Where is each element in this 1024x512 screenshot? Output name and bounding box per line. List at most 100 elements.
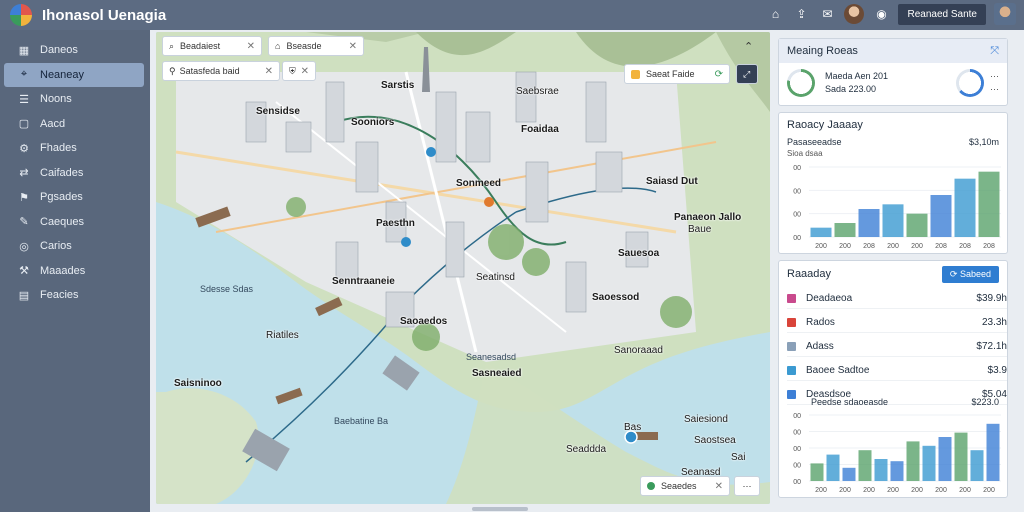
map-label: Paesthn — [376, 218, 415, 229]
x-tick-label: 200 — [839, 243, 851, 250]
x-tick-label: 208 — [983, 243, 995, 250]
sidebar-item-2[interactable]: ☰ Noons — [4, 87, 144, 112]
sidebar-item-3[interactable]: ▢ Aacd — [4, 112, 144, 137]
account-icon[interactable]: ◉ — [872, 5, 890, 23]
x-tick-label: 208 — [935, 243, 947, 250]
user-menu-button[interactable]: Reanaed Sante — [898, 3, 986, 25]
map-canvas[interactable] — [156, 32, 770, 504]
home-icon[interactable]: ⌂ — [766, 5, 784, 23]
close-icon[interactable]: ✕ — [247, 41, 255, 52]
notification-icon[interactable]: ✉ — [818, 5, 836, 23]
list-item[interactable]: Deadaeoa $39.9h — [787, 289, 1007, 309]
pin-icon: ⚑ — [19, 191, 29, 204]
metrics-row: Maeda Aen 201 Sada 223.00 ⋯ ⋯ — [779, 63, 1007, 103]
x-tick-label: 200 — [887, 487, 899, 494]
map-expand-button[interactable]: ⤢ — [736, 64, 758, 84]
chart-panel: Raoacy Jaaaay Pasaseeadse $3,10m Sioa ds… — [778, 112, 1008, 254]
status-square-icon — [787, 390, 796, 399]
metrics-text: Maeda Aen 201 Sada 223.00 — [825, 70, 888, 96]
layers-icon: ☰ — [19, 93, 29, 106]
map-layer-chip[interactable]: ⛨ ✕ — [282, 61, 316, 81]
chart-note: Sioa dsaa — [787, 149, 823, 158]
list-item-value: $39.9h — [976, 293, 1007, 304]
map-search-chip[interactable]: ⌕ Beadaiest ✕ — [162, 36, 262, 56]
app-logo — [10, 4, 32, 26]
close-icon[interactable]: ✕ — [265, 66, 273, 77]
sidebar-item-8[interactable]: ◎ Carios — [4, 234, 144, 259]
y-tick-label: 00 — [793, 479, 801, 486]
bar-chart-2: 00 00 00 00 00 200 200 200 200 200 200 200 200 — [793, 413, 1001, 494]
collapse-icon[interactable]: ⌃ — [744, 40, 753, 53]
close-icon[interactable]: ✕ — [715, 481, 723, 492]
close-icon[interactable]: ✕ — [301, 66, 309, 77]
water-label: Baebatine Ba — [334, 416, 389, 426]
map-label: Panaeon Jallo — [674, 212, 742, 223]
list-item[interactable]: Baoee Sadtoe $3.9 — [787, 361, 1007, 381]
map-search-chip-2[interactable]: ⌂ Bseasde ✕ — [268, 36, 364, 56]
sidebar-item-label: Pgsades — [40, 191, 83, 204]
sidebar-item-4[interactable]: ⚙ Fhades — [4, 136, 144, 161]
chart-bar — [858, 209, 880, 237]
x-tick-label: 200 — [935, 487, 947, 494]
chart-bar — [874, 459, 888, 481]
map-search-label: Beadaiest — [180, 41, 221, 51]
sidebar-item-10[interactable]: ▤ Feacies — [4, 283, 144, 308]
map-pin-icon: ⌖ — [20, 68, 28, 81]
map-label: Saoessod — [592, 292, 640, 303]
x-tick-label: 200 — [839, 487, 851, 494]
map-filter-label: Satasfeda baid — [179, 66, 240, 76]
map-label: Seatinsd — [476, 272, 515, 283]
close-icon[interactable]: ✕ — [349, 41, 357, 52]
map-label: Foaidaa — [521, 124, 559, 135]
map-location-chip[interactable]: Saeat Faide ⟳ — [624, 64, 730, 84]
list-panel: Raaaday ⟳ Sabeed Deadaeoa $39.9h Rados 23.3… — [778, 260, 1008, 498]
x-tick-label: 208 — [863, 243, 875, 250]
sidebar-item-9[interactable]: ⚒ Maaades — [4, 259, 144, 284]
sidebar-item-5[interactable]: ⇄ Caifades — [4, 161, 144, 186]
map-location-label: Saeat Faide — [646, 69, 695, 79]
y-tick-label: 00 — [793, 165, 801, 172]
x-tick-label: 200 — [815, 243, 827, 250]
x-tick-label: 200 — [815, 487, 827, 494]
chart-header: Raoacy Jaaaay Pasaseeadse $3,10m Sioa ds… — [779, 113, 1007, 158]
sidebar-item-6[interactable]: ⚑ Pgsades — [4, 185, 144, 210]
upload-icon[interactable]: ⇪ — [792, 5, 810, 23]
sidebar-item-label: Noons — [40, 93, 72, 106]
list-chart-value: $223.0 — [971, 397, 999, 407]
y-tick-label: 00 — [793, 463, 801, 470]
map-options-button[interactable]: ⋯ — [734, 476, 760, 496]
close-icon[interactable]: ⤧ — [990, 45, 999, 58]
y-tick-label: 00 — [793, 188, 801, 195]
more-icon[interactable]: ⋯ ⋯ — [990, 70, 999, 96]
search-icon: ⌕ — [169, 40, 175, 51]
chart-bar — [986, 423, 1000, 481]
list-item-value: $3.9 — [987, 365, 1007, 376]
horizontal-scrollbar[interactable] — [472, 507, 528, 511]
profile-avatar[interactable] — [844, 4, 865, 24]
sidebar-item-label: Fhades — [40, 142, 77, 155]
chart-subtitle: Pasaseeadse — [787, 137, 842, 147]
dots-icon: ⋯ — [742, 480, 752, 491]
map-filter-chip[interactable]: ⚲ Satasfeda baid ✕ — [162, 61, 280, 81]
list-item[interactable]: Rados 23.3h — [787, 313, 1007, 333]
map-search-label-2: Bseasde — [286, 41, 322, 51]
map-view[interactable]: ⌕ Beadaiest ✕ ⌂ Bseasde ✕ ⚲ Satasfeda ba… — [156, 32, 770, 504]
map-bottom-chip[interactable]: Seaedes ✕ — [640, 476, 730, 496]
sidebar-item-7[interactable]: ✎ Caeques — [4, 210, 144, 235]
map-label: Sarstis — [381, 80, 415, 91]
map-label: Senntraaneie — [332, 276, 395, 287]
sidebar-item-0[interactable]: ▦ Daneos — [4, 38, 144, 63]
map-label: Saiasd Dut — [646, 176, 698, 187]
progress-ring-2 — [956, 69, 984, 97]
metrics-panel: Meaing Roeas ⤧ Maeda Aen 201 Sada 223.00… — [778, 38, 1008, 106]
top-actions: ⌂ ⇪ ✉ ◉ Reanaed Sante — [766, 3, 1016, 25]
map-label: Riatiles — [266, 330, 299, 341]
sidebar-item-label: Feacies — [40, 289, 79, 302]
list-action-button[interactable]: ⟳ Sabeed — [941, 265, 999, 283]
refresh-icon[interactable]: ⟳ — [715, 69, 723, 80]
metrics-line-1: Maeda Aen 201 — [825, 71, 889, 81]
user-avatar[interactable] — [994, 3, 1016, 25]
sidebar-item-1[interactable]: ⌖ Neaneay — [4, 62, 144, 87]
list-item[interactable]: Adass $72.1h — [787, 337, 1007, 357]
list-chart-title: Peedse sdaoeasde — [811, 397, 889, 407]
